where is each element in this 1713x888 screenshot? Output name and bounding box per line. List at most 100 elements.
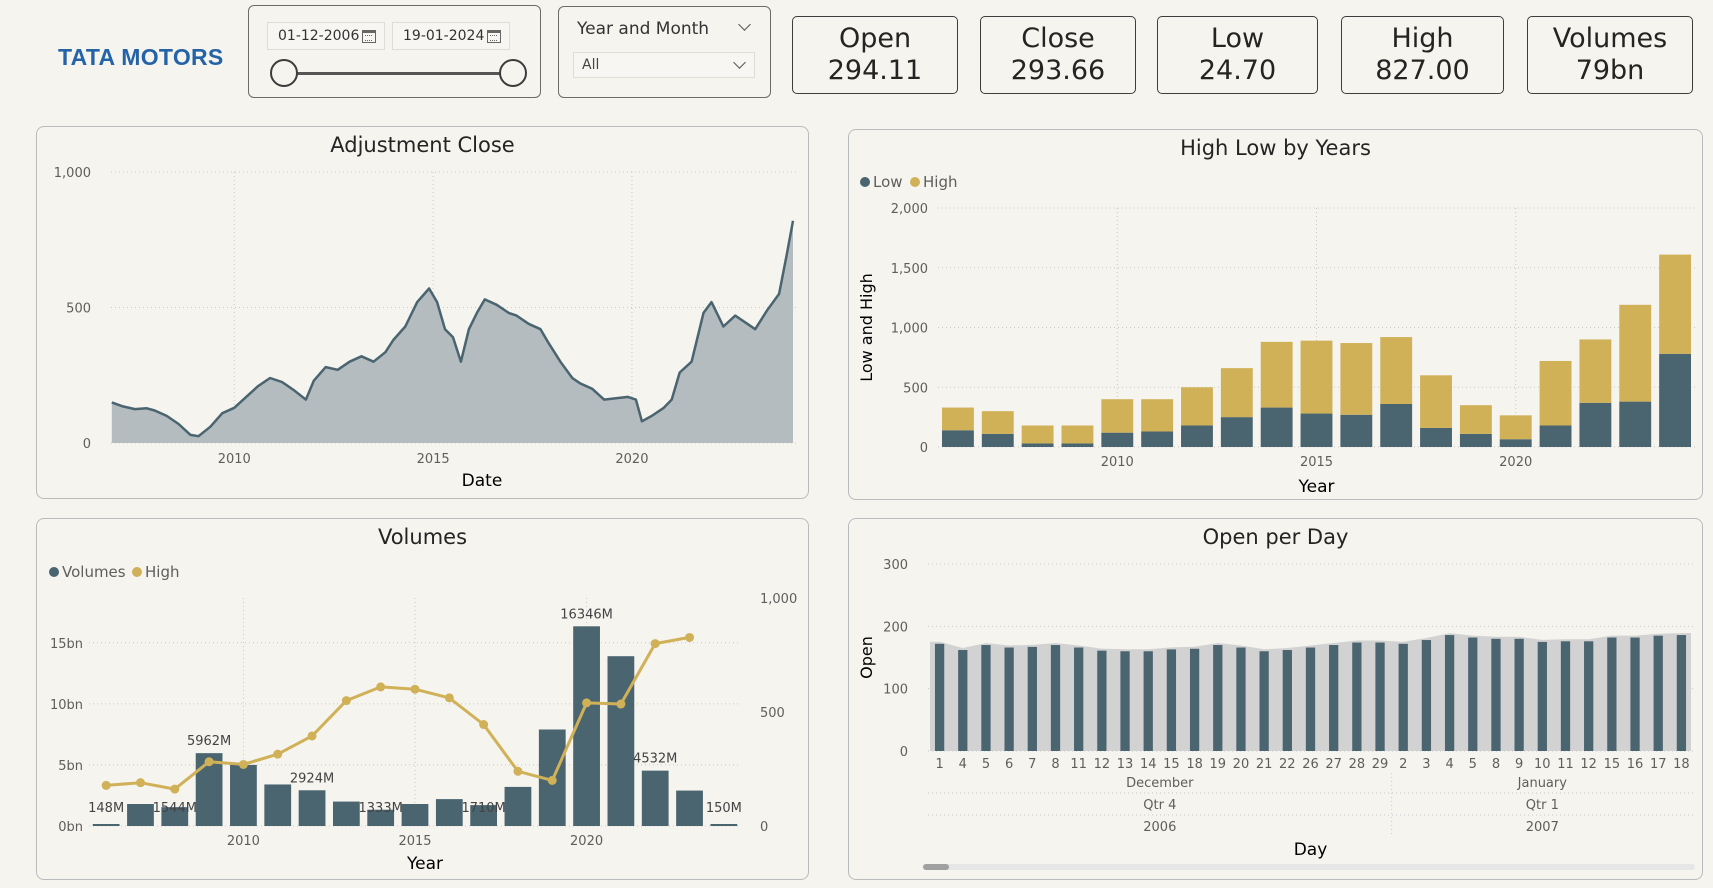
bar-open [1027, 646, 1037, 751]
y-tick-label: 500 [66, 302, 91, 317]
y-tick-label: 200 [883, 620, 908, 635]
area-fill [111, 220, 793, 443]
y-axis-title: Low and High [857, 273, 876, 382]
x-tick-label: 3 [1422, 757, 1430, 772]
x-tick-label: 4 [1445, 757, 1453, 772]
bar-low [1619, 401, 1652, 447]
x-tick-label: 7 [1028, 757, 1036, 772]
scrollbar-track[interactable] [923, 864, 1695, 870]
x-axis-title: Year [406, 854, 443, 874]
x-tick-label: 26 [1302, 757, 1319, 772]
date-slider-start-handle[interactable] [270, 59, 298, 87]
calendar-icon[interactable] [362, 30, 376, 43]
end-date-input[interactable]: 19-01-2024 [392, 22, 510, 50]
y2-tick-label: 0 [760, 820, 768, 835]
bar-open [1398, 643, 1408, 751]
adj-close-chart[interactable]: 0 500 1,000 2010 2015 2020 Date [36, 126, 809, 499]
year-label: 2007 [1526, 820, 1559, 835]
bar-high [1459, 405, 1492, 434]
x-tick-label: 6 [1005, 757, 1013, 772]
x-tick-label: 8 [1051, 757, 1059, 772]
volumes-chart[interactable]: 0bn 5bn 10bn 15bn 0 500 1,000 2010 2015 2020 148M 1… [36, 518, 809, 880]
x-tick-label: 5 [1469, 757, 1477, 772]
x-tick-label: 8 [1492, 757, 1500, 772]
x-tick-label: 2020 [615, 452, 648, 467]
bar-open [1607, 637, 1617, 751]
y-tick-label: 100 [883, 683, 908, 698]
bar-open [958, 650, 968, 751]
legend-marker-high [132, 567, 142, 577]
high-point [204, 757, 214, 767]
y-tick-label: 1,000 [54, 166, 91, 181]
bar-open [1236, 647, 1246, 751]
y-tick-label: 0 [920, 441, 928, 456]
legend-label-volumes: Volumes [62, 563, 126, 581]
data-label: 16346M [560, 607, 613, 622]
kpi-value: 79bn [1575, 55, 1645, 87]
scrollbar-thumb[interactable] [923, 864, 949, 870]
year-month-selected: All [582, 57, 600, 73]
bar-volume [710, 824, 738, 826]
legend-label-high: High [923, 173, 957, 191]
bar-low [1220, 417, 1253, 447]
bar-open [1421, 640, 1432, 751]
bar-low [1380, 403, 1413, 447]
date-slider-end-handle[interactable] [499, 59, 527, 87]
x-tick-label: 22 [1279, 757, 1296, 772]
start-date-input[interactable]: 01-12-2006 [267, 22, 385, 50]
bar-high [941, 407, 974, 431]
kpi-label: Low [1210, 23, 1265, 54]
x-tick-label: 17 [1650, 757, 1667, 772]
bar-open [1329, 645, 1339, 751]
high-point [307, 731, 317, 741]
high-point [650, 639, 660, 649]
x-tick-label: 2010 [1101, 455, 1134, 470]
bar-low [1340, 414, 1373, 447]
chevron-down-icon[interactable] [733, 56, 746, 69]
bar-volume [676, 790, 703, 826]
y-tick-label: 5bn [58, 759, 83, 774]
bar-open [1491, 638, 1501, 751]
high-point [444, 693, 454, 703]
bar-high [1220, 368, 1253, 418]
bar-open [1584, 641, 1594, 751]
legend-marker-low [860, 177, 870, 187]
bar-high [1260, 341, 1293, 408]
bar-volume [607, 656, 635, 826]
x-tick-label: 2015 [417, 452, 450, 467]
open-per-day-chart[interactable]: 01002003001 4 5 6 7 8 11 12 13 14 15 18 19 20 21 22 26 27… [848, 518, 1703, 880]
high-point [135, 778, 145, 788]
start-date-value: 01-12-2006 [278, 28, 360, 44]
x-tick-label: 1 [935, 757, 943, 772]
bar-low [1021, 443, 1054, 447]
year-month-dropdown[interactable]: All [573, 52, 755, 78]
x-tick-label: 12 [1580, 757, 1597, 772]
x-tick-label: 5 [982, 757, 990, 772]
x-tick-label: 21 [1256, 757, 1273, 772]
y-tick-label: 15bn [50, 637, 83, 652]
x-tick-label: 15 [1163, 757, 1180, 772]
bar-open [1097, 650, 1107, 751]
bar-volume [504, 786, 532, 826]
bar-open [981, 645, 991, 751]
high-low-chart[interactable]: 0 500 1,000 1,500 2,000 2010 2015 2020 Low High Lo… [848, 129, 1703, 500]
y-tick-label: 300 [883, 558, 908, 573]
bar-volume [298, 790, 326, 826]
x-tick-label: 2020 [570, 834, 603, 849]
y-axis-title: Open [857, 636, 876, 679]
legend-label-low: Low [873, 173, 903, 191]
calendar-icon[interactable] [487, 30, 501, 43]
y-tick-label: 500 [903, 381, 928, 396]
x-tick-label: 13 [1117, 757, 1134, 772]
bar-high [1141, 399, 1174, 432]
kpi-high: High 827.00 [1341, 16, 1504, 94]
bar-open [1004, 647, 1014, 751]
date-slider-track[interactable] [283, 72, 513, 75]
data-label: 1544M [153, 801, 197, 816]
high-point [170, 784, 180, 794]
bar-low [1260, 407, 1293, 447]
y-tick-label: 10bn [50, 698, 83, 713]
bar-open [1514, 638, 1524, 751]
high-point [101, 780, 111, 790]
kpi-label: High [1391, 23, 1454, 54]
